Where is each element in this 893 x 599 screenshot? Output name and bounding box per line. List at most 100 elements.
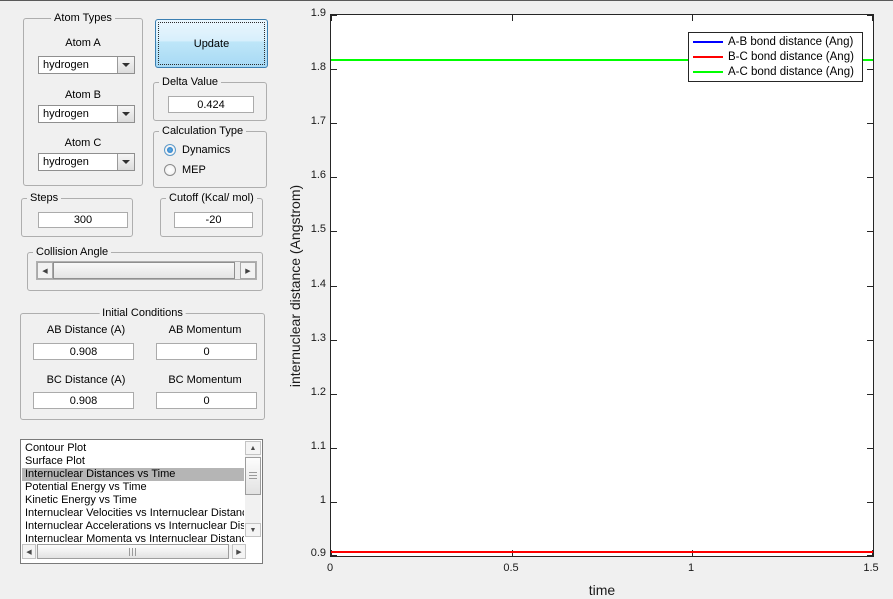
- bc-momentum-label: BC Momentum: [168, 374, 242, 386]
- atom-a-label: Atom A: [65, 37, 101, 49]
- initial-conditions-panel: Initial Conditions AB Distance (A) AB Mo…: [20, 307, 265, 420]
- vertical-scrollbar: ▲ ▼: [245, 441, 261, 537]
- y-tick-label: 1.7: [310, 115, 326, 127]
- bc-momentum-input[interactable]: [156, 392, 257, 409]
- y-tick-label: 0.9: [310, 547, 326, 559]
- atom-a-select[interactable]: hydrogen: [38, 56, 135, 74]
- calculation-type-title: Calculation Type: [159, 125, 247, 138]
- x-tick-mirror: [331, 15, 332, 21]
- x-tick-label: 0: [326, 562, 334, 574]
- bc-distance-label: BC Distance (A): [46, 374, 126, 386]
- radio-mep-label: MEP: [182, 164, 206, 176]
- y-tick-label: 1.1: [310, 440, 326, 452]
- list-item[interactable]: Contour Plot: [22, 442, 244, 455]
- y-tick-mirror: [867, 340, 873, 341]
- y-tick-mirror: [867, 231, 873, 232]
- y-tick-label: 1: [319, 494, 326, 506]
- steps-input[interactable]: [38, 212, 128, 228]
- x-tick-label: 0.5: [503, 562, 519, 574]
- chevron-down-icon: [117, 106, 134, 122]
- y-tick: [331, 394, 337, 395]
- y-tick: [331, 502, 337, 503]
- y-tick: [331, 448, 337, 449]
- radio-dynamics[interactable]: Dynamics: [164, 144, 230, 156]
- legend-line-sample-red: [693, 55, 723, 58]
- scroll-down-arrow[interactable]: ▼: [245, 523, 261, 537]
- list-item[interactable]: Potential Energy vs Time: [22, 481, 244, 494]
- legend-label: A-B bond distance (Ang): [728, 36, 854, 49]
- cutoff-panel: Cutoff (Kcal/ mol): [160, 192, 263, 237]
- calculation-type-panel: Calculation Type Dynamics MEP: [153, 125, 267, 188]
- collision-angle-title: Collision Angle: [33, 246, 112, 259]
- atom-types-panel: Atom Types Atom A hydrogen Atom B hydrog…: [23, 12, 143, 186]
- delta-value-title: Delta Value: [159, 76, 222, 89]
- atom-c-value: hydrogen: [43, 156, 89, 168]
- legend-entry: A-B bond distance (Ang): [693, 36, 858, 48]
- atom-types-title: Atom Types: [51, 12, 115, 25]
- horizontal-scrollbar: ◀ ▶: [22, 544, 246, 559]
- radio-dynamics-label: Dynamics: [182, 144, 231, 156]
- y-tick: [331, 177, 337, 178]
- y-tick-mirror: [867, 123, 873, 124]
- atom-c-select[interactable]: hydrogen: [38, 153, 135, 171]
- steps-title: Steps: [27, 192, 62, 205]
- cutoff-input[interactable]: [174, 212, 253, 228]
- x-tick-mirror: [692, 15, 693, 21]
- figure-window: Atom Types Atom A hydrogen Atom B hydrog…: [0, 0, 893, 599]
- legend-line-sample-green: [693, 70, 723, 73]
- slider-thumb[interactable]: [53, 262, 235, 279]
- thumb-grip: [249, 472, 257, 480]
- ab-momentum-label: AB Momentum: [168, 324, 242, 336]
- update-button[interactable]: Update: [155, 19, 268, 68]
- y-tick-label: 1.4: [310, 278, 326, 290]
- x-tick-mirror: [512, 15, 513, 21]
- atom-a-value: hydrogen: [43, 59, 89, 71]
- delta-value-panel: Delta Value: [153, 76, 267, 121]
- y-tick: [331, 286, 337, 287]
- y-tick-mirror: [867, 286, 873, 287]
- scroll-up-arrow[interactable]: ▲: [245, 441, 261, 455]
- y-tick-label: 1.3: [310, 332, 326, 344]
- chevron-down-icon: [117, 57, 134, 73]
- scroll-left-arrow[interactable]: ◀: [22, 544, 36, 559]
- list-item-selected[interactable]: Internuclear Distances vs Time: [22, 468, 244, 481]
- atom-b-value: hydrogen: [43, 108, 89, 120]
- legend-entry: B-C bond distance (Ang): [693, 51, 858, 63]
- chevron-down-icon: [117, 154, 134, 170]
- y-tick-label: 1.2: [310, 386, 326, 398]
- x-tick-mirror: [872, 15, 873, 21]
- series-line: [331, 551, 873, 553]
- ab-momentum-input[interactable]: [156, 343, 257, 360]
- cutoff-title: Cutoff (Kcal/ mol): [166, 192, 257, 205]
- legend-entry: A-C bond distance (Ang): [693, 66, 858, 78]
- collision-angle-slider: ◀ ▶: [36, 261, 257, 280]
- slider-right-arrow[interactable]: ▶: [240, 262, 256, 279]
- delta-value-input[interactable]: [168, 96, 254, 113]
- y-tick-mirror: [867, 502, 873, 503]
- y-tick-mirror: [867, 394, 873, 395]
- y-tick-label: 1.9: [310, 7, 326, 19]
- list-item[interactable]: Internuclear Velocities vs Internuclear …: [22, 507, 244, 520]
- legend-line-sample-blue: [693, 41, 723, 44]
- y-tick-label: 1.8: [310, 61, 326, 73]
- bc-distance-input[interactable]: [33, 392, 134, 409]
- thumb-grip: [129, 547, 137, 556]
- atom-b-select[interactable]: hydrogen: [38, 105, 135, 123]
- y-tick-label: 1.6: [310, 169, 326, 181]
- x-tick-label: 1: [687, 562, 695, 574]
- list-item[interactable]: Internuclear Accelerations vs Internucle…: [22, 520, 244, 533]
- list-item[interactable]: Surface Plot: [22, 455, 244, 468]
- atom-c-label: Atom C: [64, 137, 102, 149]
- slider-left-arrow[interactable]: ◀: [37, 262, 53, 279]
- plot-legend: A-B bond distance (Ang) B-C bond distanc…: [688, 32, 863, 82]
- radio-mep[interactable]: MEP: [164, 164, 206, 176]
- radio-unselected-icon: [164, 164, 176, 176]
- y-tick-mirror: [867, 177, 873, 178]
- legend-label: B-C bond distance (Ang): [728, 50, 854, 63]
- ab-distance-input[interactable]: [33, 343, 134, 360]
- list-item[interactable]: Kinetic Energy vs Time: [22, 494, 244, 507]
- scroll-right-arrow[interactable]: ▶: [232, 544, 246, 559]
- radio-selected-icon: [164, 144, 176, 156]
- horizontal-scroll-thumb[interactable]: [37, 544, 229, 559]
- vertical-scroll-thumb[interactable]: [245, 457, 261, 495]
